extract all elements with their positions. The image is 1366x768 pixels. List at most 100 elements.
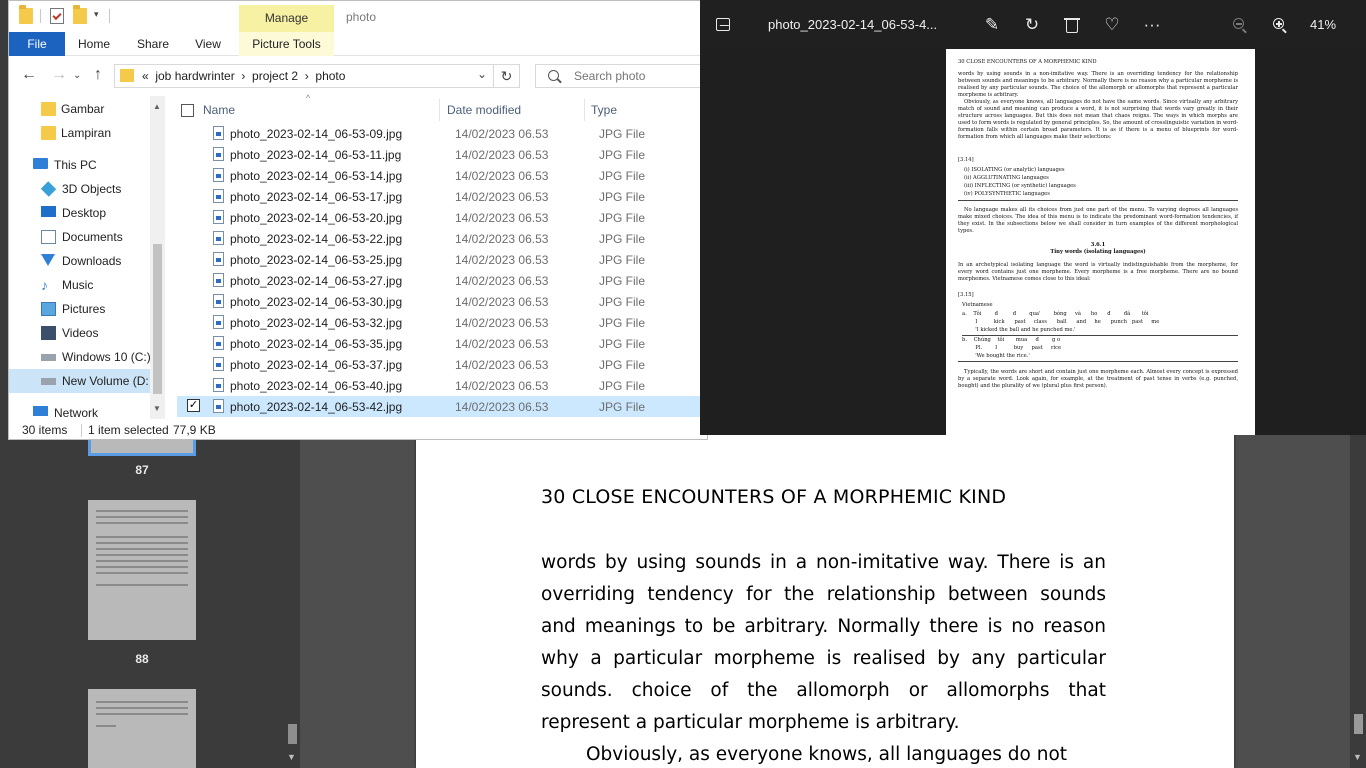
file-row[interactable]: photo_2023-02-14_06-53-22.jpg 14/02/2023 …: [177, 228, 707, 249]
forward-arrow-icon[interactable]: →: [51, 66, 67, 84]
sidebar-item-music[interactable]: ♪ Music: [9, 273, 150, 297]
recent-locations-chevron-icon[interactable]: ⌄: [73, 70, 81, 81]
scroll-down-icon[interactable]: ▼: [287, 752, 296, 762]
divider[interactable]: [584, 99, 585, 121]
thumbnail-scrollbar-thumb[interactable]: [288, 724, 297, 744]
zoom-out-icon[interactable]: [1230, 15, 1250, 35]
file-name: photo_2023-02-14_06-53-25.jpg: [230, 253, 403, 267]
file-row[interactable]: photo_2023-02-14_06-53-35.jpg 14/02/2023 …: [177, 333, 707, 354]
file-name: photo_2023-02-14_06-53-37.jpg: [230, 358, 403, 372]
refresh-button[interactable]: ↻: [494, 64, 520, 88]
navigation-bar: ← → ⌄ ↑ « job hardwrinter › project 2 › …: [9, 57, 707, 95]
gallery-icon[interactable]: [713, 15, 733, 35]
tab-file[interactable]: File: [9, 32, 65, 56]
paragraph: words by using sounds in a non-imitative…: [541, 552, 1106, 733]
navigation-scrollbar-thumb[interactable]: [153, 244, 162, 394]
title-bar: ▾ Manage photo: [9, 1, 707, 32]
sidebar-item-label: Windows 10 (C:): [62, 350, 150, 364]
sidebar-item-windows-10-c[interactable]: Windows 10 (C:): [9, 345, 150, 369]
file-name: photo_2023-02-14_06-53-20.jpg: [230, 211, 403, 225]
manage-contextual-tab[interactable]: Manage: [239, 5, 334, 32]
sidebar-item-3d-objects[interactable]: 3D Objects: [9, 177, 150, 201]
network-icon: [33, 406, 48, 416]
delete-icon[interactable]: [1062, 15, 1082, 35]
file-date-modified: 14/02/2023 06.53: [455, 127, 549, 141]
desktop-icon: [41, 206, 56, 217]
column-header-date-modified[interactable]: Date modified: [447, 103, 521, 117]
sidebar-item-pictures[interactable]: Pictures: [9, 297, 150, 321]
file-date-modified: 14/02/2023 06.53: [455, 274, 549, 288]
cube-icon: [40, 181, 57, 197]
scroll-down-icon[interactable]: ▼: [153, 404, 161, 413]
photo-image[interactable]: 30 CLOSE ENCOUNTERS OF A MORPHEMIC KIND …: [946, 49, 1255, 435]
sidebar-item-new-volume-d[interactable]: New Volume (D:: [9, 369, 150, 393]
image-example-item: (iv) POLYSYNTHETIC languages: [964, 191, 1050, 197]
column-header-name[interactable]: Name: [203, 103, 235, 117]
address-bar[interactable]: « job hardwrinter › project 2 › photo ⌄: [114, 64, 494, 88]
videos-icon: [41, 326, 56, 340]
file-row[interactable]: photo_2023-02-14_06-53-11.jpg 14/02/2023 …: [177, 144, 707, 165]
file-row[interactable]: photo_2023-02-14_06-53-20.jpg 14/02/2023 …: [177, 207, 707, 228]
file-row[interactable]: ✓ photo_2023-02-14_06-53-42.jpg 14/02/2023…: [177, 396, 707, 417]
search-input[interactable]: [574, 69, 704, 83]
sidebar-item-desktop[interactable]: Desktop: [9, 201, 150, 225]
photo-viewer-window: photo_2023-02-14_06-53-4... ✎ ↻ ♡ ··· 41…: [700, 0, 1366, 435]
tab-view[interactable]: View: [185, 32, 231, 56]
divider[interactable]: [439, 99, 440, 121]
image-example-line: I kick past class ball and he punch past…: [962, 319, 1160, 325]
file-date-modified: 14/02/2023 06.53: [455, 379, 549, 393]
more-options-icon[interactable]: ···: [1142, 15, 1162, 35]
sort-ascending-icon: ^: [306, 93, 311, 103]
file-row[interactable]: photo_2023-02-14_06-53-40.jpg 14/02/2023 …: [177, 375, 707, 396]
zoom-in-icon[interactable]: [1270, 15, 1290, 35]
file-row[interactable]: photo_2023-02-14_06-53-25.jpg 14/02/2023 …: [177, 249, 707, 270]
address-path[interactable]: « job hardwrinter › project 2 › photo: [142, 69, 345, 83]
file-row[interactable]: photo_2023-02-14_06-53-09.jpg 14/02/2023 …: [177, 123, 707, 144]
scroll-down-icon[interactable]: ▼: [1353, 752, 1362, 762]
page-thumbnail-88[interactable]: [88, 500, 196, 640]
file-name: photo_2023-02-14_06-53-22.jpg: [230, 232, 403, 246]
chevron-down-icon[interactable]: ▾: [94, 9, 99, 20]
properties-icon[interactable]: [50, 8, 64, 24]
item-count: 30 items: [22, 423, 68, 437]
divider: [109, 9, 110, 23]
file-row[interactable]: photo_2023-02-14_06-53-27.jpg 14/02/2023 …: [177, 270, 707, 291]
image-example-ref: [3.15]: [958, 292, 974, 298]
up-arrow-icon[interactable]: ↑: [94, 66, 102, 84]
tab-picture-tools[interactable]: Picture Tools: [239, 32, 334, 56]
edit-image-icon[interactable]: ✎: [982, 15, 1002, 35]
sidebar-item-label: Pictures: [62, 302, 106, 316]
favorite-heart-icon[interactable]: ♡: [1102, 15, 1122, 35]
paragraph: Obviously, as everyone knows, all langua…: [586, 744, 1068, 765]
image-paragraph: Typically, the words are short and conta…: [958, 369, 1238, 389]
selection-size: 77,9 KB: [173, 423, 216, 437]
sidebar-item-lampiran[interactable]: Lampiran: [9, 121, 150, 145]
file-row[interactable]: photo_2023-02-14_06-53-32.jpg 14/02/2023 …: [177, 312, 707, 333]
page-thumbnail-89[interactable]: [88, 689, 196, 768]
select-all-checkbox[interactable]: [181, 104, 194, 117]
image-example-item: (iii) INFLECTING (or synthetic) language…: [964, 183, 1076, 189]
file-row[interactable]: photo_2023-02-14_06-53-37.jpg 14/02/2023 …: [177, 354, 707, 375]
sidebar-item-downloads[interactable]: Downloads: [9, 249, 150, 273]
search-box[interactable]: [535, 64, 707, 88]
sidebar-item-videos[interactable]: Videos: [9, 321, 150, 345]
tab-home[interactable]: Home: [71, 32, 117, 56]
document-scrollbar-thumb[interactable]: [1354, 714, 1363, 734]
back-arrow-icon[interactable]: ←: [21, 66, 37, 84]
new-folder-icon[interactable]: [73, 5, 87, 24]
rotate-icon[interactable]: ↻: [1022, 15, 1042, 35]
scroll-up-icon[interactable]: ▲: [153, 102, 161, 111]
file-row[interactable]: photo_2023-02-14_06-53-30.jpg 14/02/2023 …: [177, 291, 707, 312]
chevron-down-icon[interactable]: ⌄: [477, 67, 487, 81]
sidebar-item-label: Music: [62, 278, 94, 292]
sidebar-item-documents[interactable]: Documents: [9, 225, 150, 249]
sidebar-item-gambar[interactable]: Gambar: [9, 97, 150, 121]
file-row[interactable]: photo_2023-02-14_06-53-14.jpg 14/02/2023 …: [177, 165, 707, 186]
column-header-type[interactable]: Type: [591, 103, 617, 117]
sidebar-item-this-pc[interactable]: This PC: [9, 153, 150, 177]
tab-share[interactable]: Share: [130, 32, 176, 56]
file-row[interactable]: photo_2023-02-14_06-53-17.jpg 14/02/2023 …: [177, 186, 707, 207]
row-checkbox[interactable]: ✓: [187, 399, 200, 412]
image-paragraph: No language makes all its choices from j…: [958, 207, 1238, 234]
navigation-scrollbar[interactable]: ▲ ▼: [150, 96, 165, 419]
